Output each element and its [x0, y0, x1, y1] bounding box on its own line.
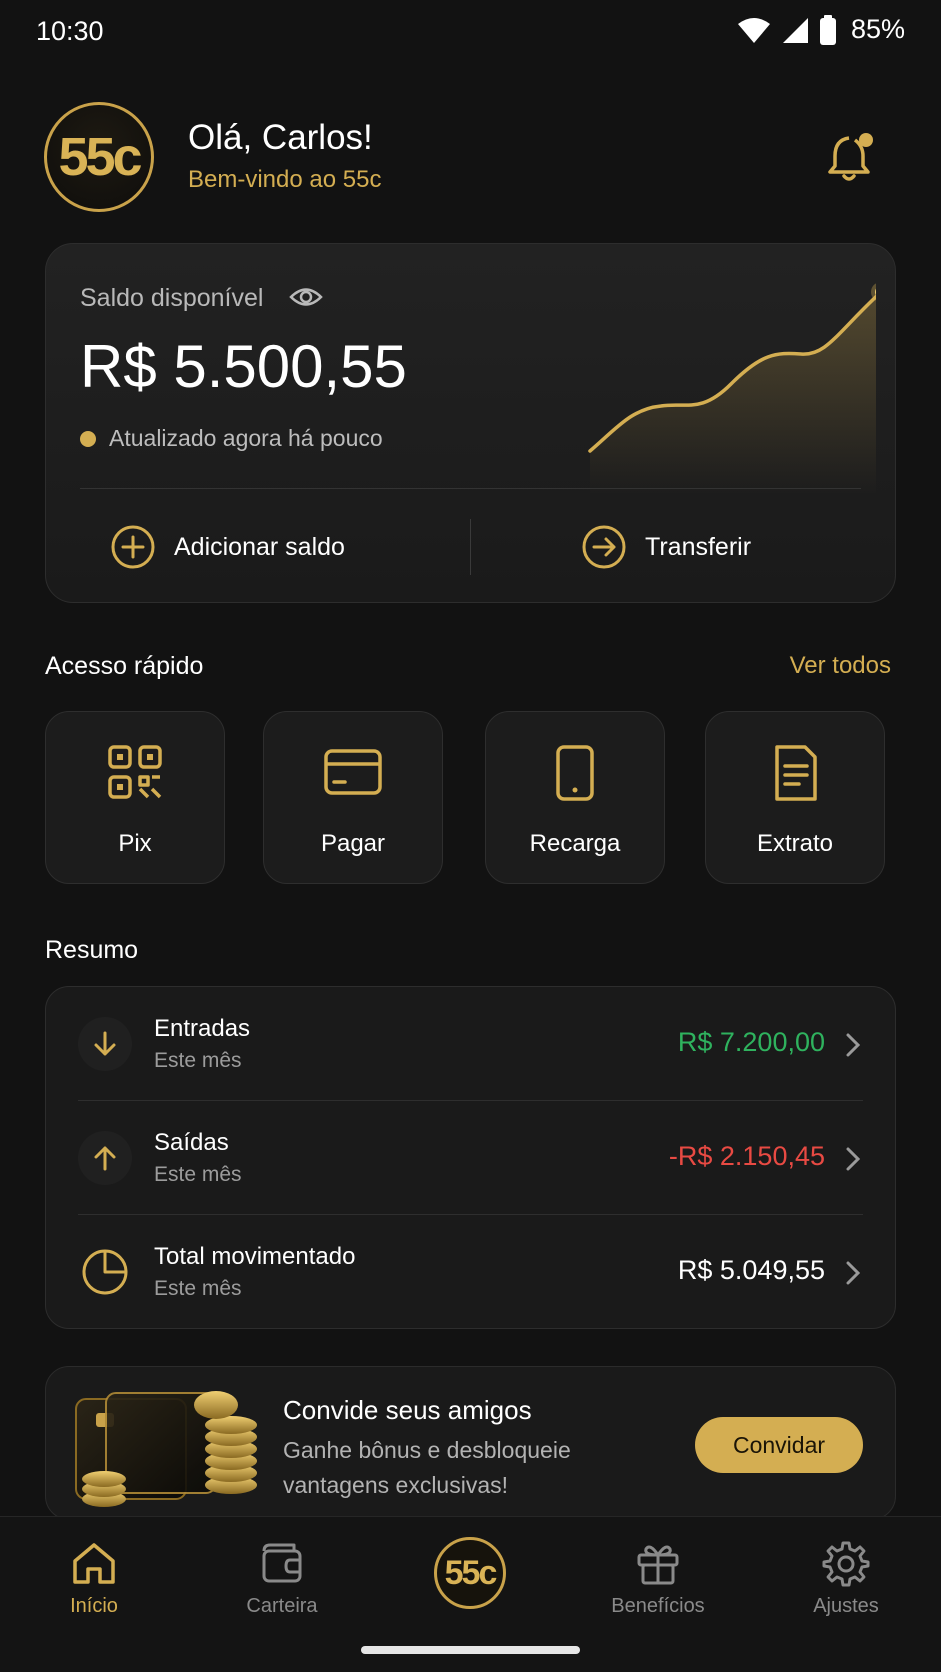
invite-button[interactable]: Convidar [695, 1417, 863, 1473]
gift-icon [637, 1545, 679, 1585]
action-divider [470, 519, 471, 575]
battery-icon [819, 14, 836, 45]
eye-icon[interactable] [289, 284, 323, 310]
battery-percent: 85% [850, 14, 905, 44]
balance-label: Saldo disponível [80, 284, 264, 312]
balance-value: R$ 5.500,55 [80, 333, 407, 400]
status-time: 10:30 [36, 16, 104, 46]
row-subtitle: Este mês [154, 1163, 242, 1186]
header: 55c Olá, Carlos! Bem-vindo ao 55c [44, 100, 897, 212]
status-icons: 85% [737, 14, 905, 45]
invite-title: Convide seus amigos [283, 1395, 532, 1425]
summary-row-income[interactable]: Entradas Este mês R$ 7.200,00 [46, 987, 895, 1101]
row-amount: -R$ 2.150,45 [668, 1141, 825, 1171]
arrow-right-circle-icon [582, 525, 626, 569]
nav-wallet[interactable]: Carteira [212, 1539, 352, 1618]
card-icon [324, 749, 382, 795]
app-logo: 55c [44, 102, 154, 212]
home-icon [73, 1543, 115, 1584]
row-title: Saídas [154, 1129, 229, 1156]
greeting: Olá, Carlos! [188, 118, 373, 157]
quick-label: Pagar [320, 830, 386, 857]
document-icon [775, 745, 817, 801]
quick-statement[interactable]: Extrato [705, 711, 885, 884]
chevron-right-icon [846, 1261, 861, 1285]
nav-label: Carteira [246, 1595, 318, 1617]
updated-text: Atualizado agora há pouco [109, 425, 383, 451]
notification-button[interactable] [827, 130, 877, 182]
balance-sparkline [588, 283, 876, 494]
summary-card: Entradas Este mês R$ 7.200,00 Saídas Est… [45, 986, 896, 1329]
add-balance-label: Adicionar saldo [174, 532, 345, 561]
nav-settings[interactable]: Ajustes [776, 1539, 916, 1618]
nav-logo-button[interactable]: 55c [434, 1537, 506, 1609]
nav-label: Ajustes [813, 1595, 879, 1617]
invite-text: Ganhe bônus e desbloqueie vantagens excl… [283, 1437, 571, 1498]
invite-card: Convide seus amigos Ganhe bônus e desblo… [45, 1366, 896, 1520]
quick-label: Recarga [529, 830, 621, 857]
nav-benefits[interactable]: Benefícios [588, 1539, 728, 1618]
row-title: Total movimentado [154, 1243, 356, 1270]
status-dot [80, 431, 96, 447]
pie-chart-icon [78, 1245, 132, 1299]
card-divider [80, 488, 861, 489]
summary-row-total[interactable]: Total movimentado Este mês R$ 5.049,55 [46, 1215, 895, 1329]
row-amount: R$ 7.200,00 [677, 1027, 825, 1057]
arrow-down-icon [78, 1017, 132, 1071]
balance-card: Saldo disponível R$ 5.500,55 Atualizado … [45, 243, 896, 603]
quick-label: Pix [118, 830, 152, 857]
transfer-label: Transferir [645, 532, 752, 561]
bell-icon [828, 133, 873, 181]
quick-pix[interactable]: Pix [45, 711, 225, 884]
row-amount: R$ 5.049,55 [677, 1255, 825, 1285]
status-bar: 10:30 85% [0, 0, 941, 66]
plus-circle-icon [111, 525, 155, 569]
see-all-link[interactable]: Ver todos [790, 652, 891, 680]
signal-icon [782, 17, 808, 43]
row-subtitle: Este mês [154, 1277, 242, 1300]
arrow-up-icon [78, 1131, 132, 1185]
row-title: Entradas [154, 1015, 251, 1042]
quick-pay[interactable]: Pagar [263, 711, 443, 884]
quick-recharge[interactable]: Recarga [485, 711, 665, 884]
quick-access-title: Acesso rápido [45, 652, 204, 680]
quick-label: Extrato [756, 830, 834, 857]
nav-label: Início [70, 1595, 118, 1617]
wifi-icon [737, 17, 770, 43]
transfer-button[interactable]: Transferir [581, 524, 751, 570]
logo-text: 55c [58, 127, 142, 187]
welcome-text: Bem-vindo ao 55c [188, 166, 382, 193]
row-subtitle: Este mês [154, 1049, 242, 1072]
qr-code-icon [108, 745, 162, 799]
nav-home[interactable]: Início [24, 1539, 164, 1618]
wallet-icon [262, 1543, 302, 1583]
add-balance-button[interactable]: Adicionar saldo [110, 524, 345, 570]
phone-icon [556, 745, 594, 801]
nav-label: Benefícios [611, 1595, 705, 1617]
home-indicator[interactable] [361, 1646, 580, 1654]
summary-row-expenses[interactable]: Saídas Este mês -R$ 2.150,45 [46, 1101, 895, 1215]
gear-icon [822, 1541, 870, 1587]
chevron-right-icon [846, 1147, 861, 1171]
cards-and-coins-illustration [75, 1391, 257, 1507]
nav-logo-text: 55c [444, 1553, 498, 1592]
chevron-right-icon [846, 1033, 861, 1057]
summary-title: Resumo [45, 936, 139, 964]
